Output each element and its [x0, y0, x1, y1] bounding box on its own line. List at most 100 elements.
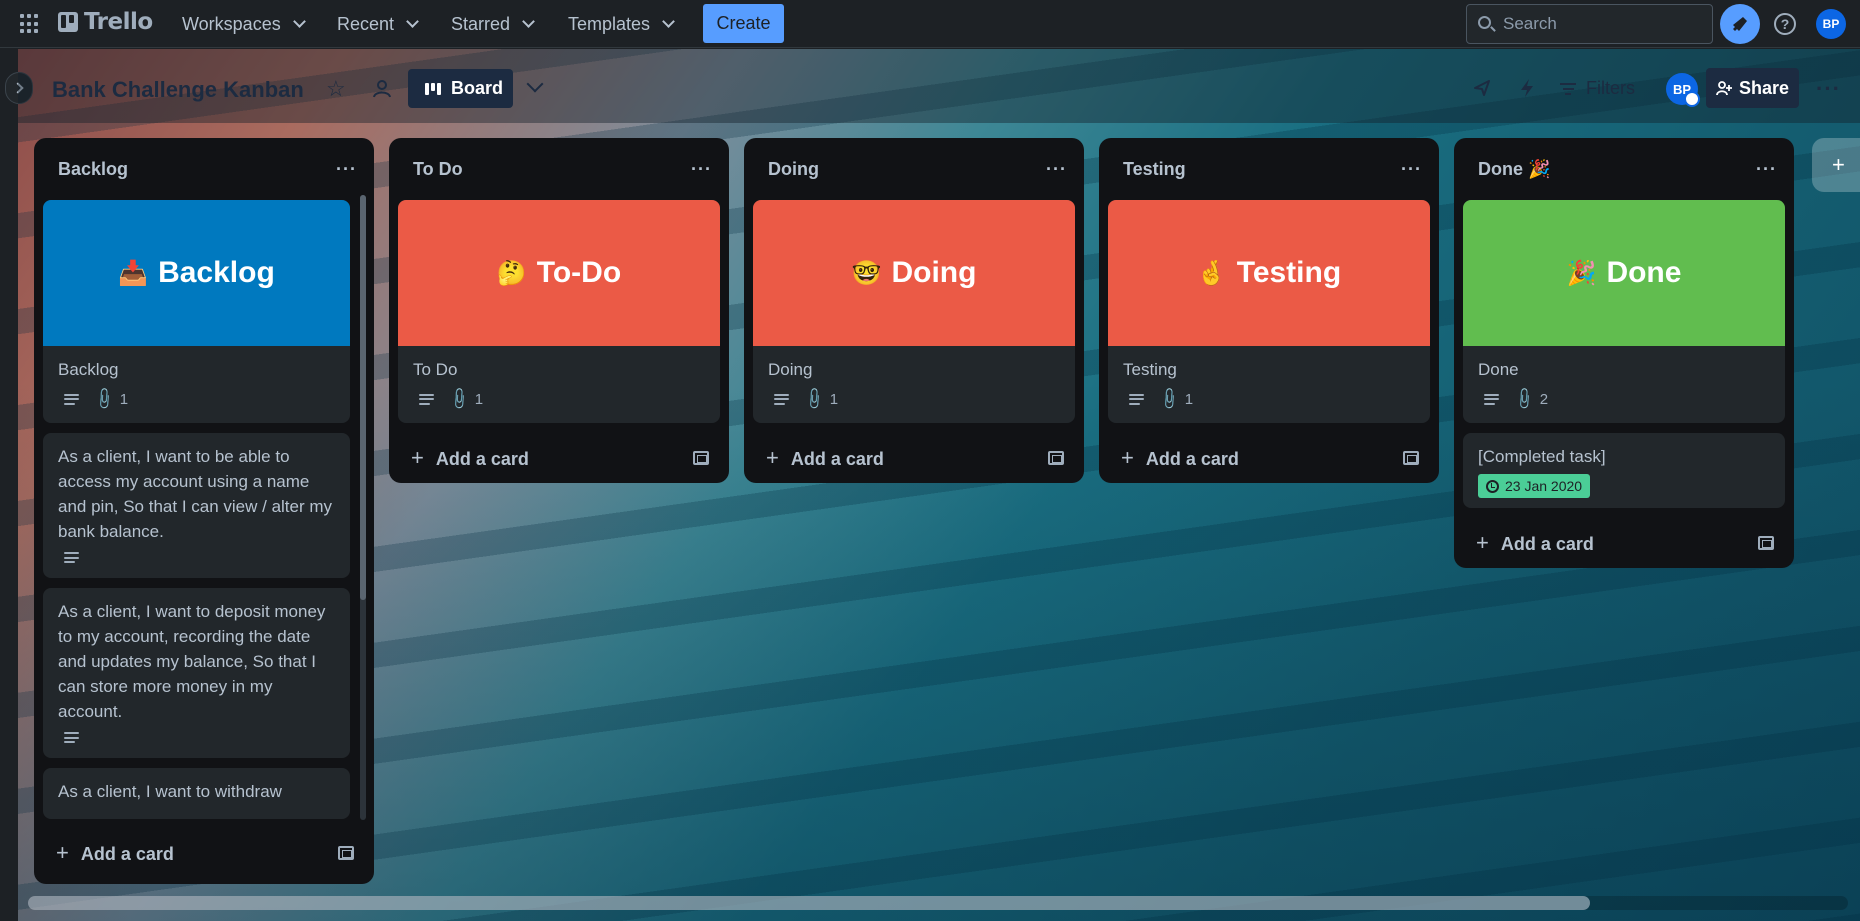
add-card-button[interactable]: + Add a card — [389, 433, 729, 483]
list-item[interactable]: As a client, I want to be able to access… — [43, 433, 350, 578]
add-card-button[interactable]: + Add a card — [1099, 433, 1439, 483]
card-cover[interactable]: 🤔 To-Do To Do 📎 1 — [398, 200, 720, 423]
scrollbar-thumb[interactable] — [360, 195, 366, 600]
list-cards: 📥 Backlog Backlog 📎 1 As a client, I want… — [34, 200, 359, 827]
list-item[interactable]: As a client, I want to deposit money to … — [43, 588, 350, 758]
filter-icon — [1560, 82, 1576, 95]
card-badges: 📎 1 — [413, 387, 705, 412]
top-nav: Trello Workspaces Recent Starred Templat… — [0, 0, 1860, 48]
description-icon — [774, 393, 789, 405]
list-doing: Doing ··· 🤓 Doing Doing 📎 1 + Add a card — [744, 138, 1084, 483]
card-cover[interactable]: 📥 Backlog Backlog 📎 1 — [43, 200, 350, 423]
search-input[interactable]: Search — [1466, 4, 1713, 44]
search-icon — [1478, 16, 1491, 29]
board-view-button[interactable]: Board — [408, 69, 513, 108]
card-template-icon[interactable] — [338, 846, 354, 860]
nav-templates[interactable]: Templates — [568, 9, 675, 39]
card-badges — [58, 732, 335, 743]
card-cover[interactable]: 🤞 Testing Testing 📎 1 — [1108, 200, 1430, 423]
list-header: Backlog ··· — [34, 138, 374, 200]
list-title[interactable]: Doing — [768, 159, 819, 180]
create-button[interactable]: Create — [703, 4, 784, 43]
list-backlog: Backlog ··· 📥 Backlog Backlog 📎 1 As a cl… — [34, 138, 374, 884]
card-title: Done — [1478, 360, 1519, 379]
board-title[interactable]: Bank Challenge Kanban — [52, 77, 304, 103]
list-title[interactable]: Testing — [1123, 159, 1186, 180]
list-done: Done 🎉 ··· 🎉 Done Done 📎 2 [Completed tas… — [1454, 138, 1794, 568]
list-title[interactable]: Done 🎉 — [1478, 159, 1550, 180]
card-cover-image: 🤔 To-Do — [398, 200, 720, 346]
card-cover[interactable]: 🤓 Doing Doing 📎 1 — [753, 200, 1075, 423]
power-ups-icon[interactable] — [1472, 78, 1492, 98]
megaphone-icon — [1733, 17, 1747, 31]
add-card-button[interactable]: + Add a card — [34, 828, 374, 878]
add-list-button[interactable]: + — [1812, 138, 1860, 192]
automation-icon[interactable] — [1518, 78, 1536, 98]
card-cover-image: 📥 Backlog — [43, 200, 350, 346]
card-template-icon[interactable] — [1403, 451, 1419, 465]
card-badges: 📎 1 — [58, 386, 335, 412]
description-icon — [1129, 393, 1144, 405]
avatar[interactable]: BP — [1816, 9, 1846, 39]
list-title[interactable]: Backlog — [58, 159, 128, 180]
board-member-avatar[interactable]: BP — [1666, 73, 1700, 107]
card-template-icon[interactable] — [1758, 536, 1774, 550]
nav-starred[interactable]: Starred — [451, 9, 535, 39]
list-item[interactable]: As a client, I want to withdraw — [43, 768, 350, 819]
attachment-badge: 📎 1 — [91, 386, 129, 412]
nav-workspaces[interactable]: Workspaces — [182, 9, 306, 39]
clock-icon — [1486, 479, 1499, 493]
card-body: Testing 📎 1 — [1108, 346, 1430, 423]
card-cover-image: 🤓 Doing — [753, 200, 1075, 346]
nav-recent[interactable]: Recent — [337, 9, 419, 39]
list-actions-icon[interactable]: ··· — [691, 159, 712, 180]
list-title[interactable]: To Do — [413, 159, 463, 180]
star-icon[interactable]: ☆ — [326, 76, 346, 102]
card-template-icon[interactable] — [1048, 451, 1064, 465]
due-date-badge[interactable]: 23 Jan 2020 — [1478, 474, 1591, 498]
card-badges — [58, 552, 335, 563]
list-item[interactable]: [Completed task] 23 Jan 2020 — [1463, 433, 1785, 508]
plus-icon: + — [1476, 530, 1489, 555]
card-cover[interactable]: 🎉 Done Done 📎 2 — [1463, 200, 1785, 423]
list-scrollbar[interactable] — [360, 195, 366, 820]
notifications-button[interactable] — [1720, 4, 1760, 44]
card-badges: 📎 2 — [1478, 386, 1770, 412]
card-cover-image: 🎉 Done — [1463, 200, 1785, 346]
description-icon — [64, 732, 79, 743]
plus-icon: + — [766, 445, 779, 470]
list-actions-icon[interactable]: ··· — [1046, 159, 1067, 180]
chevron-down-icon — [406, 15, 419, 28]
card-badges: 📎 1 — [768, 387, 1060, 412]
list-header: Doing ··· — [744, 138, 1084, 200]
chevron-down-icon — [522, 15, 535, 28]
board-horizontal-scrollbar[interactable] — [28, 896, 1848, 910]
list-actions-icon[interactable]: ··· — [336, 159, 357, 180]
description-icon — [64, 552, 79, 563]
paperclip-icon: 📎 — [446, 386, 472, 412]
list-actions-icon[interactable]: ··· — [1756, 159, 1777, 180]
app-switcher-icon[interactable] — [20, 14, 40, 34]
attachment-badge: 📎 1 — [1156, 386, 1194, 412]
card-template-icon[interactable] — [693, 451, 709, 465]
paperclip-icon: 📎 — [91, 386, 117, 412]
list-actions-icon[interactable]: ··· — [1401, 159, 1422, 180]
scrollbar-thumb[interactable] — [28, 896, 1590, 910]
list-todo: To Do ··· 🤔 To-Do To Do 📎 1 + Add a card — [389, 138, 729, 483]
visibility-icon[interactable] — [372, 79, 392, 99]
description-icon — [1484, 393, 1499, 405]
list-header: Done 🎉 ··· — [1454, 138, 1794, 200]
add-card-button[interactable]: + Add a card — [1454, 518, 1794, 568]
share-button[interactable]: Share — [1706, 68, 1799, 108]
help-icon[interactable]: ? — [1774, 13, 1796, 35]
board-menu-icon[interactable]: ··· — [1816, 76, 1841, 102]
card-body: Done 📎 2 — [1463, 346, 1785, 423]
card-title: As a client, I want to be able to access… — [58, 447, 333, 541]
add-card-button[interactable]: + Add a card — [744, 433, 1084, 483]
filters-button[interactable]: Filters — [1560, 78, 1635, 99]
list-header: Testing ··· — [1099, 138, 1439, 200]
attachment-badge: 📎 2 — [1511, 386, 1549, 412]
trello-logo[interactable]: Trello — [58, 9, 153, 35]
paperclip-icon: 📎 — [801, 386, 827, 412]
card-title: Testing — [1123, 360, 1177, 379]
